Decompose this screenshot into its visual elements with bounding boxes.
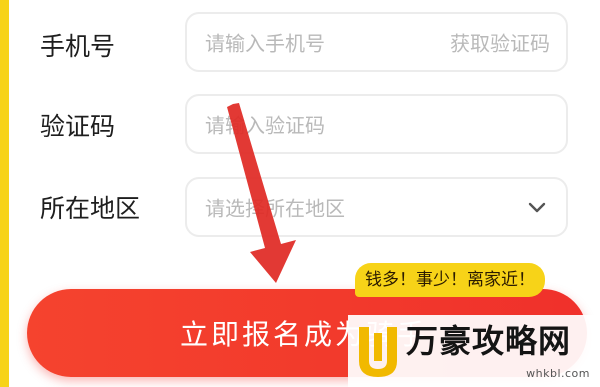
wanhao-logo-icon (359, 327, 397, 377)
watermark-url: whkbl.com (526, 367, 590, 380)
phone-placeholder: 请输入手机号 (205, 31, 325, 56)
code-field[interactable]: 请输入验证码 (185, 94, 568, 154)
code-placeholder: 请输入验证码 (205, 113, 325, 138)
watermark-text: 万豪攻略网 (406, 322, 572, 360)
phone-label: 手机号 (40, 32, 116, 61)
region-placeholder: 请选择所在地区 (205, 196, 345, 221)
chevron-down-icon[interactable] (524, 194, 550, 220)
region-select[interactable]: 请选择所在地区 (185, 177, 568, 237)
phone-field[interactable]: 请输入手机号 获取验证码 (185, 12, 568, 72)
promo-badge: 钱多！事少！离家近！ (355, 263, 545, 297)
get-code-button[interactable]: 获取验证码 (450, 28, 550, 57)
code-label: 验证码 (40, 112, 116, 141)
region-label: 所在地区 (40, 194, 141, 223)
watermark: 万豪攻略网 whkbl.com (348, 315, 600, 387)
accent-bar (0, 0, 9, 387)
